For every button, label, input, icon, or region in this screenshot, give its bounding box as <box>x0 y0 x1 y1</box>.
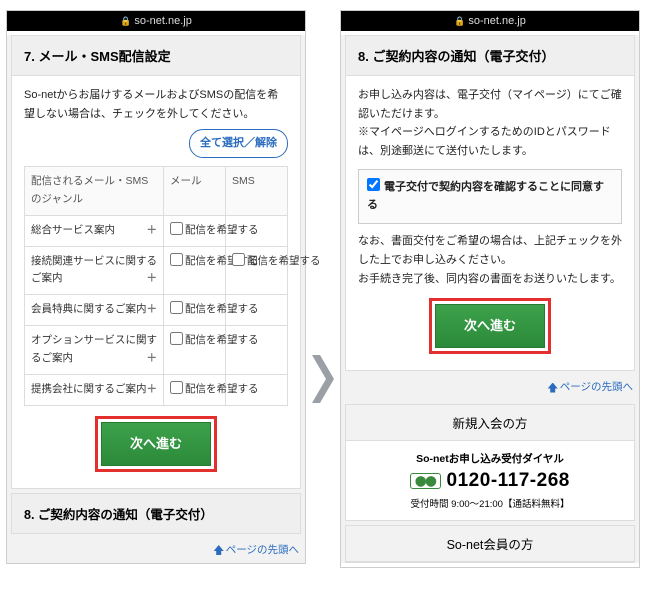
lock-icon: 🔒 <box>454 16 465 26</box>
toggle-all-button[interactable]: 全て選択／解除 <box>189 129 288 158</box>
sec8-p3: なお、書面交付をご希望の場合は、上記チェックを外した上でお申し込みください。 <box>358 232 622 269</box>
new-member-head: 新規入会の方 <box>346 405 634 441</box>
url-bar: 🔒so-net.ne.jp <box>341 11 639 31</box>
dial-sub: So-netお申し込み受付ダイヤル <box>354 451 626 466</box>
row-label: 総合サービス案内 <box>31 224 115 236</box>
row-label: オプションサービスに関するご案内 <box>31 334 157 364</box>
mail-checkbox[interactable] <box>170 253 183 266</box>
section-7-intro: So-netからお届けするメールおよびSMSの配信を希望しない場合は、チェックを… <box>24 86 288 123</box>
table-row: オプションサービスに関するご案内＋ 配信を希望する <box>25 326 288 375</box>
chevron-up-icon <box>548 383 558 393</box>
freedial-icon: ⬤⬤ <box>410 473 440 489</box>
consent-checkbox[interactable] <box>367 178 380 191</box>
mail-checkbox[interactable] <box>170 222 183 235</box>
pref-table: 配信されるメール・SMSのジャンル メール SMS 総合サービス案内 ＋ 配信を希… <box>24 166 288 406</box>
lock-icon: 🔒 <box>120 16 131 26</box>
new-member-body: So-netお申し込み受付ダイヤル ⬤⬤ 0120-117-268 受付時間 9… <box>346 441 634 520</box>
consent-label: 電子交付で契約内容を確認することに同意する <box>367 181 604 212</box>
dial-hours: 受付時間 9:00〜21:00【通話料無料】 <box>354 496 626 510</box>
expand-icon[interactable]: ＋ <box>147 222 158 240</box>
section-7-title: 7. メール・SMS配信設定 <box>12 36 300 76</box>
next-highlight: 次へ進む <box>429 298 551 354</box>
mail-checkbox[interactable] <box>170 332 183 345</box>
next-highlight: 次へ進む <box>95 416 217 472</box>
row-label: 会員特典に関するご案内 <box>31 303 147 315</box>
row-label: 接続関連サービスに関するご案内 <box>31 255 157 285</box>
section-7: 7. メール・SMS配信設定 So-netからお届けするメールおよびSMSの配信… <box>11 35 301 489</box>
page-top-link[interactable]: ページの先頭へ <box>560 381 633 393</box>
col-genre: 配信されるメール・SMSのジャンル <box>25 167 164 216</box>
section-8-title: 8. ご契約内容の通知（電子交付） <box>346 36 634 76</box>
next-wrap: 次へ進む <box>24 406 288 478</box>
mail-checkbox[interactable] <box>170 301 183 314</box>
table-row: 総合サービス案内 ＋ 配信を希望する <box>25 215 288 246</box>
url-host: so-net.ne.jp <box>468 15 525 27</box>
pref-label: 配信を希望する <box>185 383 219 397</box>
sec8-p1: お申し込み内容は、電子交付（マイページ）にてご確認いただけます。 <box>358 86 622 123</box>
existing-member-head: So-net会員の方 <box>346 526 634 562</box>
new-member-block: 新規入会の方 So-netお申し込み受付ダイヤル ⬤⬤ 0120-117-268… <box>345 404 635 521</box>
table-row: 会員特典に関するご案内＋ 配信を希望する <box>25 295 288 326</box>
row-label: 提携会社に関するご案内 <box>31 383 147 395</box>
url-host: so-net.ne.jp <box>134 15 191 27</box>
right-phone: 🔒so-net.ne.jp 8. ご契約内容の通知（電子交付） お申し込み内容は… <box>340 10 640 568</box>
pref-label: 配信を希望する <box>247 255 281 269</box>
page-top-link-wrap: ページの先頭へ <box>341 375 639 400</box>
table-row: 提携会社に関するご案内＋ 配信を希望する <box>25 374 288 405</box>
expand-icon[interactable]: ＋ <box>147 270 158 288</box>
mail-checkbox[interactable] <box>170 381 183 394</box>
sec8-p2: ※マイページへログインするためのIDとパスワードは、別途郵送にて送付いたします。 <box>358 123 622 160</box>
next-button[interactable]: 次へ進む <box>101 422 211 466</box>
toggle-all-wrap: 全て選択／解除 <box>24 123 288 166</box>
col-mail: メール <box>164 167 226 216</box>
pref-label: 配信を希望する <box>185 224 219 238</box>
expand-icon[interactable]: ＋ <box>147 381 158 399</box>
pref-label: 配信を希望する <box>185 255 219 269</box>
sms-checkbox[interactable] <box>232 253 245 266</box>
page-top-link[interactable]: ページの先頭へ <box>226 544 299 556</box>
consent-box: 電子交付で契約内容を確認することに同意する <box>358 169 622 224</box>
sec8-p4: お手続き完了後、同内容の書面をお送りいたします。 <box>358 270 622 289</box>
page-top-link-wrap: ページの先頭へ <box>7 538 305 563</box>
pref-label: 配信を希望する <box>185 303 219 317</box>
chevron-right-icon <box>312 355 334 403</box>
table-row: 接続関連サービスに関するご案内＋ 配信を希望する 配信を希望する <box>25 246 288 295</box>
existing-member-block: So-net会員の方 <box>345 525 635 563</box>
dial-number[interactable]: 0120-117-268 <box>447 470 570 492</box>
expand-icon[interactable]: ＋ <box>147 350 158 368</box>
col-sms: SMS <box>226 167 288 216</box>
section-8: 8. ご契約内容の通知（電子交付） お申し込み内容は、電子交付（マイページ）にて… <box>345 35 635 371</box>
left-phone: 🔒so-net.ne.jp 7. メール・SMS配信設定 So-netからお届け… <box>6 10 306 564</box>
expand-icon[interactable]: ＋ <box>147 301 158 319</box>
arrow-separator <box>312 355 334 403</box>
right-content: 8. ご契約内容の通知（電子交付） お申し込み内容は、電子交付（マイページ）にて… <box>341 35 639 563</box>
section-8-head-collapsed: 8. ご契約内容の通知（電子交付） <box>11 493 301 534</box>
left-content: 7. メール・SMS配信設定 So-netからお届けするメールおよびSMSの配信… <box>7 35 305 563</box>
chevron-up-icon <box>214 545 224 555</box>
next-button[interactable]: 次へ進む <box>435 304 545 348</box>
next-wrap: 次へ進む <box>358 288 622 360</box>
section-8-body: お申し込み内容は、電子交付（マイページ）にてご確認いただけます。 ※マイページへ… <box>346 76 634 370</box>
url-bar: 🔒so-net.ne.jp <box>7 11 305 31</box>
pref-label: 配信を希望する <box>185 334 219 348</box>
section-7-body: So-netからお届けするメールおよびSMSの配信を希望しない場合は、チェックを… <box>12 76 300 488</box>
